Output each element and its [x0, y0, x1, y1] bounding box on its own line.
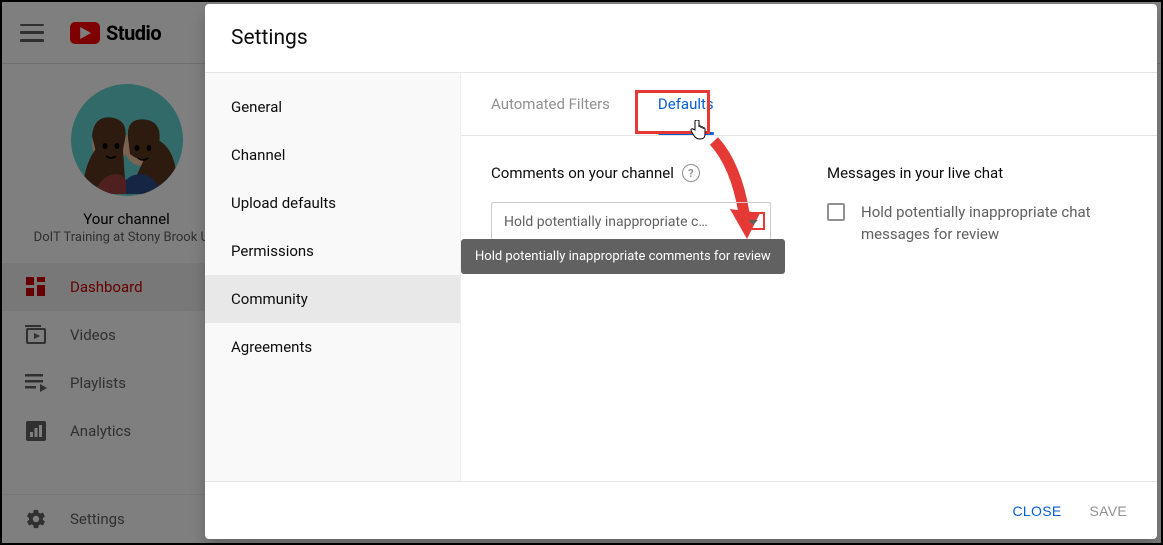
settings-nav: General Channel Upload defaults Permissi… — [205, 73, 461, 481]
settings-nav-general[interactable]: General — [205, 83, 460, 131]
comments-dropdown[interactable]: Hold potentially inappropriate c… — [491, 202, 771, 242]
modal-title: Settings — [205, 4, 1157, 73]
tab-automated-filters[interactable]: Automated Filters — [491, 73, 610, 135]
hold-messages-checkbox[interactable] — [827, 203, 845, 221]
settings-nav-community[interactable]: Community — [205, 275, 460, 323]
modal-footer: CLOSE SAVE — [205, 481, 1157, 539]
save-button[interactable]: SAVE — [1089, 503, 1127, 519]
help-icon[interactable]: ? — [682, 164, 700, 182]
settings-nav-channel[interactable]: Channel — [205, 131, 460, 179]
dropdown-tooltip: Hold potentially inappropriate comments … — [461, 239, 785, 274]
close-button[interactable]: CLOSE — [1013, 503, 1062, 519]
settings-modal: Settings General Channel Upload defaults… — [205, 4, 1157, 539]
settings-nav-permissions[interactable]: Permissions — [205, 227, 460, 275]
hold-messages-label: Hold potentially inappropriate chat mess… — [861, 202, 1127, 246]
messages-title: Messages in your live chat — [827, 164, 1003, 182]
tab-underline — [658, 132, 714, 135]
dropdown-value: Hold potentially inappropriate c… — [504, 214, 748, 230]
comments-title: Comments on your channel — [491, 164, 674, 182]
messages-column: Messages in your live chat Hold potentia… — [827, 164, 1127, 246]
chevron-down-icon — [748, 220, 758, 225]
settings-nav-upload-defaults[interactable]: Upload defaults — [205, 179, 460, 227]
settings-nav-agreements[interactable]: Agreements — [205, 323, 460, 371]
tab-defaults[interactable]: Defaults — [658, 73, 714, 135]
tabs: Automated Filters Defaults — [461, 73, 1157, 136]
comments-column: Comments on your channel ? Hold potentia… — [491, 164, 781, 246]
